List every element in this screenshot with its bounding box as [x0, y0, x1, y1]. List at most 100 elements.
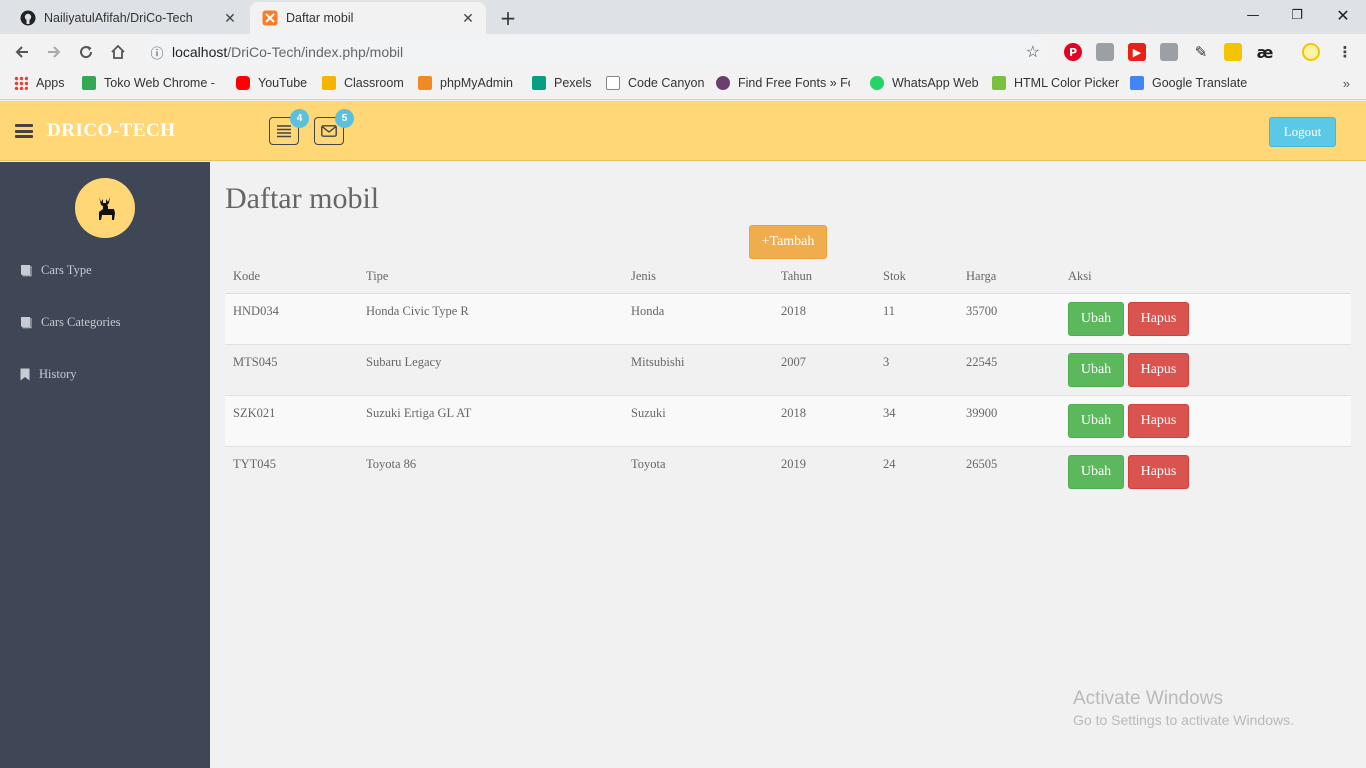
- notification-badge: 4: [290, 109, 309, 128]
- app-header: DRICO-TECH 4 5 Logout: [0, 101, 1366, 161]
- bookmark-apps[interactable]: Apps: [14, 76, 65, 90]
- bookmark-find-free-fonts[interactable]: Find Free Fonts » Fon: [716, 76, 850, 90]
- sidebar: Cars Type Cars Categories History: [0, 162, 210, 768]
- delete-button[interactable]: Hapus: [1128, 302, 1189, 336]
- apps-grid-icon: [14, 76, 28, 90]
- camera-icon[interactable]: [1160, 43, 1178, 61]
- whatsapp-icon: [870, 76, 884, 90]
- watermark-subtitle: Go to Settings to activate Windows.: [1073, 712, 1294, 728]
- bookmarks-overflow-icon[interactable]: »: [1343, 76, 1350, 91]
- ae-icon[interactable]: æ: [1256, 43, 1274, 62]
- cell-tipe: Honda Civic Type R: [366, 304, 469, 318]
- browser-tab-daftar-mobil[interactable]: Daftar mobil ✕: [250, 2, 486, 34]
- table-row: HND034 Honda Civic Type R Honda 2018 11 …: [225, 294, 1351, 345]
- xampp-icon: [262, 10, 278, 26]
- column-header-tahun: Tahun: [781, 269, 813, 283]
- cell-jenis: Mitsubishi: [631, 355, 685, 369]
- cell-kode: TYT045: [233, 457, 277, 471]
- cell-tahun: 2018: [781, 406, 806, 420]
- bookmark-classroom[interactable]: Classroom: [322, 76, 404, 90]
- tab-close-icon[interactable]: ✕: [458, 10, 478, 27]
- column-header-aksi: Aksi: [1068, 269, 1092, 283]
- list-icon: [277, 125, 291, 138]
- reload-icon[interactable]: [74, 40, 98, 64]
- add-car-button[interactable]: +Tambah: [749, 225, 827, 259]
- sidebar-item-cars-type[interactable]: Cars Type: [20, 263, 92, 278]
- url-path: /DriCo-Tech/index.php/mobil: [227, 44, 404, 60]
- shield-icon[interactable]: [1096, 43, 1114, 61]
- cell-stok: 3: [883, 355, 890, 369]
- url-host: localhost: [172, 44, 228, 60]
- deer-icon: [99, 197, 115, 220]
- browser-tab-github[interactable]: NailiyatulAfifah/DriCo-Tech ✕: [8, 2, 248, 34]
- page-title: Daftar mobil: [225, 182, 380, 215]
- table-row: SZK021 Suzuki Ertiga GL AT Suzuki 2018 3…: [225, 396, 1351, 447]
- restore-button[interactable]: ❐: [1274, 0, 1320, 30]
- youtube-ext-icon[interactable]: ▶: [1128, 43, 1146, 61]
- home-icon[interactable]: [106, 40, 130, 64]
- cell-tipe: Toyota 86: [366, 457, 417, 471]
- watermark-title: Activate Windows: [1073, 688, 1223, 709]
- cell-kode: HND034: [233, 304, 279, 318]
- menu-kebab-icon[interactable]: ⋮: [1336, 43, 1354, 61]
- fonts-icon: [716, 76, 730, 90]
- cell-stok: 24: [883, 457, 896, 471]
- delete-button[interactable]: Hapus: [1128, 455, 1189, 489]
- back-arrow-icon[interactable]: [10, 40, 34, 64]
- bookmark-chrome-store[interactable]: Toko Web Chrome - c: [82, 76, 216, 90]
- list-notification-button[interactable]: 4: [269, 109, 309, 145]
- edit-button[interactable]: Ubah: [1068, 302, 1124, 336]
- brand-logo[interactable]: DRICO-TECH: [47, 120, 176, 142]
- bookmark-google-translate[interactable]: Google Translate: [1130, 76, 1247, 90]
- forward-arrow-icon[interactable]: [42, 40, 66, 64]
- column-header-kode: Kode: [233, 269, 261, 283]
- delete-button[interactable]: Hapus: [1128, 404, 1189, 438]
- book-icon: [20, 264, 32, 277]
- cell-stok: 34: [883, 406, 896, 420]
- delete-button[interactable]: Hapus: [1128, 353, 1189, 387]
- info-icon[interactable]: ⓘ: [142, 43, 172, 62]
- pinterest-icon[interactable]: P: [1064, 43, 1082, 61]
- hamburger-menu-icon[interactable]: [15, 124, 33, 138]
- column-header-harga: Harga: [966, 269, 997, 283]
- translate-icon: [1130, 76, 1144, 90]
- cell-tahun: 2019: [781, 457, 806, 471]
- bookmark-pexels[interactable]: Pexels: [532, 76, 592, 90]
- cars-table: Kode Tipe Jenis Tahun Stok Harga Aksi HN…: [225, 260, 1351, 498]
- bookmark-phpmyadmin[interactable]: phpMyAdmin: [418, 76, 513, 90]
- browser-tab-bar: NailiyatulAfifah/DriCo-Tech ✕ Daftar mob…: [0, 0, 1366, 34]
- pencil-icon[interactable]: ✎: [1192, 43, 1210, 61]
- sidebar-item-history[interactable]: History: [20, 367, 77, 382]
- cell-harga: 22545: [966, 355, 998, 369]
- classroom-icon: [322, 76, 336, 90]
- new-tab-button[interactable]: +: [494, 4, 522, 32]
- sidebar-item-cars-categories[interactable]: Cars Categories: [20, 315, 121, 330]
- book-icon: [20, 316, 32, 329]
- minimize-button[interactable]: —: [1230, 0, 1276, 30]
- edit-button[interactable]: Ubah: [1068, 404, 1124, 438]
- bookmark-html-color-picker[interactable]: HTML Color Picker: [992, 76, 1119, 90]
- profile-icon[interactable]: [1302, 43, 1320, 61]
- close-window-button[interactable]: ✕: [1320, 0, 1366, 30]
- tab-close-icon[interactable]: ✕: [220, 10, 240, 27]
- edit-button[interactable]: Ubah: [1068, 455, 1124, 489]
- cell-kode: SZK021: [233, 406, 276, 420]
- bookmark-code-canyon[interactable]: Code Canyon: [606, 76, 704, 90]
- cell-kode: MTS045: [233, 355, 278, 369]
- edit-button[interactable]: Ubah: [1068, 353, 1124, 387]
- envelope-icon: [321, 125, 337, 137]
- bookmark-star-icon[interactable]: ☆: [1026, 42, 1040, 62]
- logout-button[interactable]: Logout: [1269, 117, 1336, 147]
- notification-badge: 5: [335, 109, 354, 128]
- bookmark-youtube[interactable]: YouTube: [236, 76, 307, 90]
- cell-jenis: Suzuki: [631, 406, 666, 420]
- windows-activation-watermark: Activate Windows Go to Settings to activ…: [1073, 688, 1294, 728]
- mail-notification-button[interactable]: 5: [314, 109, 354, 145]
- cell-harga: 35700: [966, 304, 998, 318]
- pexels-icon: [532, 76, 546, 90]
- table-row: MTS045 Subaru Legacy Mitsubishi 2007 3 2…: [225, 345, 1351, 396]
- color-ext-icon[interactable]: [1224, 43, 1242, 61]
- bookmarks-bar: Apps Toko Web Chrome - c YouTube Classro…: [0, 70, 1366, 100]
- url-bar[interactable]: ⓘ localhost/DriCo-Tech/index.php/mobil ☆: [142, 38, 1048, 66]
- bookmark-whatsapp[interactable]: WhatsApp Web: [870, 76, 979, 90]
